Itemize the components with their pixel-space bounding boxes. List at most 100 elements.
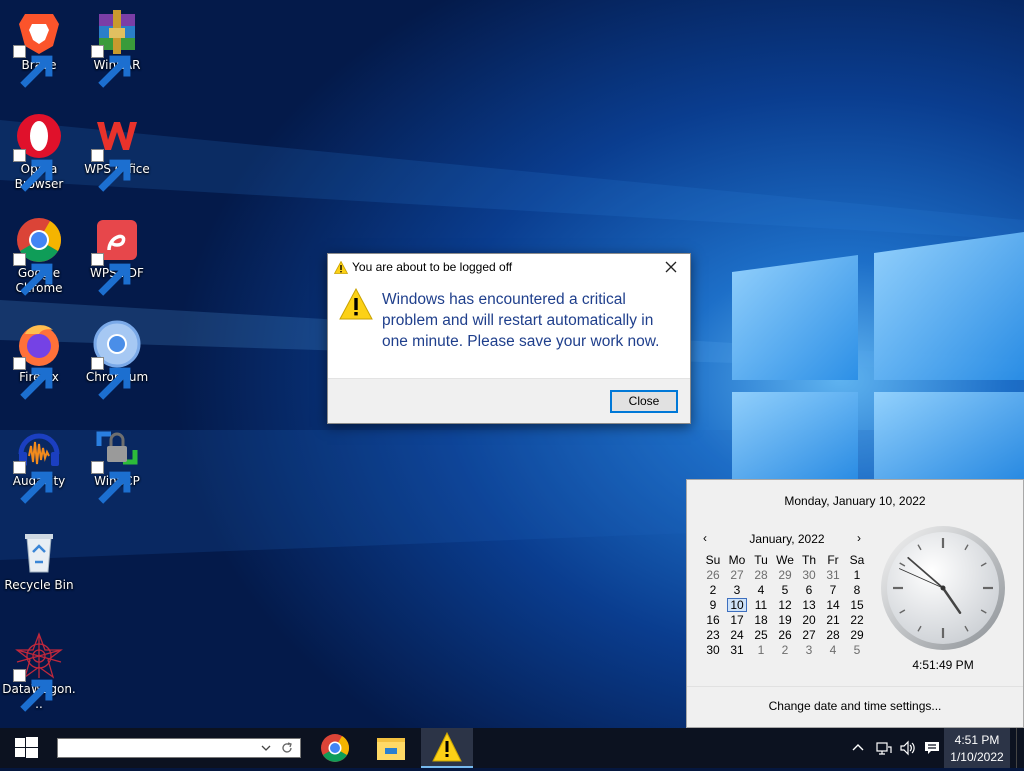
calendar-day[interactable]: 31 bbox=[725, 642, 749, 657]
calendar-day[interactable]: 23 bbox=[701, 627, 725, 642]
shortcut-arrow-icon bbox=[13, 357, 53, 400]
close-icon[interactable] bbox=[660, 258, 682, 278]
calendar-day[interactable]: 1 bbox=[845, 567, 869, 582]
divider bbox=[687, 686, 1023, 687]
calendar-day[interactable]: 17 bbox=[725, 612, 749, 627]
taskbar-clock[interactable]: 4:51 PM 1/10/2022 bbox=[944, 728, 1010, 768]
calendar-day[interactable]: 9 bbox=[701, 597, 725, 612]
month-label[interactable]: January, 2022 bbox=[737, 532, 837, 546]
calendar-day-label: 29 bbox=[778, 567, 792, 582]
calendar-day[interactable]: 24 bbox=[725, 627, 749, 642]
desktop-icon-chrome[interactable]: Google Chrome bbox=[1, 208, 77, 296]
dialog-titlebar[interactable]: You are about to be logged off bbox=[328, 254, 690, 282]
calendar-day[interactable]: 8 bbox=[845, 582, 869, 597]
calendar-day[interactable]: 20 bbox=[797, 612, 821, 627]
calendar-week-row: 9 10 11 12 13 14 15 bbox=[701, 597, 869, 612]
desktop-icon-firefox[interactable]: Firefox bbox=[1, 312, 77, 400]
calendar-day-today[interactable]: 10 bbox=[725, 597, 749, 612]
calendar-day[interactable]: 25 bbox=[749, 627, 773, 642]
dialog-footer: Close bbox=[328, 378, 690, 423]
calendar-day[interactable]: 11 bbox=[749, 597, 773, 612]
weekday-header: Fr bbox=[827, 552, 839, 567]
desktop-icon-recycle-bin[interactable]: Recycle Bin bbox=[1, 520, 77, 593]
calendar-day-label: 16 bbox=[706, 612, 720, 627]
calendar-day[interactable]: 14 bbox=[821, 597, 845, 612]
network-icon[interactable] bbox=[875, 739, 893, 757]
calendar-day[interactable]: 1 bbox=[749, 642, 773, 657]
calendar-day-label: 4 bbox=[757, 582, 765, 597]
desktop-icon-winscp[interactable]: WinSCP bbox=[79, 416, 155, 504]
weekday-header: Sa bbox=[849, 552, 865, 567]
calendar-day[interactable]: 28 bbox=[821, 627, 845, 642]
calendar-day[interactable]: 27 bbox=[797, 627, 821, 642]
warning-icon bbox=[339, 288, 373, 320]
calendar-day[interactable]: 28 bbox=[749, 567, 773, 582]
analog-clock bbox=[881, 526, 1005, 650]
logoff-warning-dialog: You are about to be logged off Windows h… bbox=[327, 253, 691, 424]
desktop-icon-audacity[interactable]: Audacity bbox=[1, 416, 77, 504]
calendar-day-label: 7 bbox=[829, 582, 837, 597]
datawagon-icon bbox=[13, 632, 63, 712]
change-date-time-settings-link[interactable]: Change date and time settings... bbox=[687, 699, 1023, 713]
calendar-day[interactable]: 29 bbox=[845, 627, 869, 642]
calendar-day-label: 28 bbox=[754, 567, 768, 582]
chevron-up-icon[interactable] bbox=[849, 739, 867, 757]
calendar-day[interactable]: 21 bbox=[821, 612, 845, 627]
calendar-day[interactable]: 3 bbox=[797, 642, 821, 657]
desktop-icon-winrar[interactable]: WinRAR bbox=[79, 0, 155, 88]
next-month-button[interactable]: › bbox=[857, 531, 861, 545]
calendar-day[interactable]: 15 bbox=[845, 597, 869, 612]
search-input[interactable] bbox=[60, 740, 254, 758]
calendar-day[interactable]: 26 bbox=[773, 627, 797, 642]
start-button[interactable] bbox=[0, 728, 56, 768]
firefox-icon bbox=[13, 320, 63, 400]
opera-icon bbox=[13, 112, 63, 192]
calendar-day[interactable]: 2 bbox=[701, 582, 725, 597]
desktop-icon-datawagon[interactable]: DataWagon... bbox=[1, 624, 77, 712]
desktop-icon-opera[interactable]: Opera Browser bbox=[1, 104, 77, 192]
calendar-day[interactable]: 2 bbox=[773, 642, 797, 657]
shortcut-arrow-icon bbox=[13, 669, 53, 712]
calendar-day[interactable]: 4 bbox=[749, 582, 773, 597]
calendar-day[interactable]: 30 bbox=[797, 567, 821, 582]
calendar-day[interactable]: 12 bbox=[773, 597, 797, 612]
desktop-icon-chromium[interactable]: Chromium bbox=[79, 312, 155, 400]
volume-icon[interactable] bbox=[899, 739, 917, 757]
calendar-day[interactable]: 6 bbox=[797, 582, 821, 597]
calendar-day[interactable]: 18 bbox=[749, 612, 773, 627]
calendar-day[interactable]: 19 bbox=[773, 612, 797, 627]
taskbar-chrome-button[interactable] bbox=[309, 728, 361, 768]
calendar-day[interactable]: 29 bbox=[773, 567, 797, 582]
chevron-down-icon[interactable] bbox=[258, 740, 274, 756]
dialog-title: You are about to be logged off bbox=[352, 260, 513, 274]
desktop-icon-wps-office[interactable]: WPS Office bbox=[79, 104, 155, 192]
calendar-day[interactable]: 27 bbox=[725, 567, 749, 582]
calendar-day[interactable]: 30 bbox=[701, 642, 725, 657]
show-desktop-button[interactable] bbox=[1016, 728, 1024, 768]
calendar-day[interactable]: 5 bbox=[773, 582, 797, 597]
calendar-day[interactable]: 26 bbox=[701, 567, 725, 582]
calendar-day-label: 30 bbox=[706, 642, 720, 657]
calendar-day[interactable]: 31 bbox=[821, 567, 845, 582]
calendar-day[interactable]: 3 bbox=[725, 582, 749, 597]
calendar-day-label: 17 bbox=[730, 612, 744, 627]
calendar-day[interactable]: 5 bbox=[845, 642, 869, 657]
notification-icon[interactable] bbox=[923, 739, 941, 757]
calendar-day[interactable]: 13 bbox=[797, 597, 821, 612]
shortcut-arrow-icon bbox=[91, 149, 131, 192]
calendar-day[interactable]: 7 bbox=[821, 582, 845, 597]
desktop-icon-wps-pdf[interactable]: WPS PDF bbox=[79, 208, 155, 296]
desktop-icon-brave[interactable]: Brave bbox=[1, 0, 77, 88]
taskbar-warning-dialog-button[interactable] bbox=[421, 728, 473, 768]
calendar-day[interactable]: 16 bbox=[701, 612, 725, 627]
calendar-day-label: 19 bbox=[778, 612, 792, 627]
taskbar-file-explorer-button[interactable] bbox=[365, 728, 417, 768]
file-explorer-icon bbox=[377, 738, 405, 760]
calendar-day[interactable]: 4 bbox=[821, 642, 845, 657]
previous-month-button[interactable]: ‹ bbox=[703, 531, 707, 545]
weekday-header: Th bbox=[801, 552, 816, 567]
refresh-icon[interactable] bbox=[279, 740, 295, 756]
taskbar-time: 4:51 PM bbox=[954, 733, 1000, 747]
close-button[interactable]: Close bbox=[610, 390, 678, 413]
calendar-day[interactable]: 22 bbox=[845, 612, 869, 627]
